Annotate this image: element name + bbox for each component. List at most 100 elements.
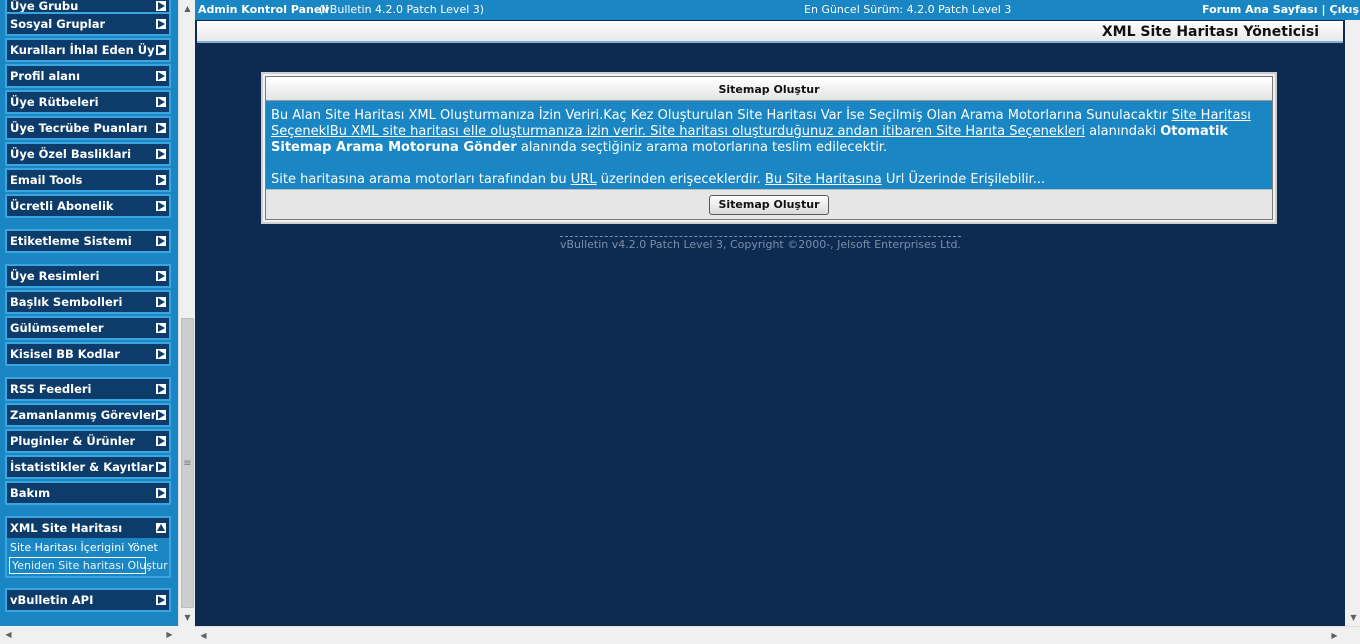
nav-group-profil-alani[interactable]: Profil alanı: [5, 64, 171, 88]
nav-group-label: Üye Tecrübe Puanları: [10, 121, 148, 135]
arrow-right-icon[interactable]: [155, 461, 167, 473]
scroll-up-icon[interactable]: ▲: [179, 0, 196, 17]
arrow-right-icon[interactable]: [155, 18, 167, 30]
scroll-right-icon[interactable]: ▶: [161, 626, 178, 643]
arrow-right-icon[interactable]: [155, 174, 167, 186]
url-link[interactable]: URL: [571, 172, 597, 187]
description-text: Site haritasına arama motorları tarafınd…: [271, 172, 571, 187]
arrow-right-icon[interactable]: [155, 122, 167, 134]
nav-group-label: vBulletin API: [10, 593, 94, 607]
nav-group-etiketleme-sistemi[interactable]: Etiketleme Sistemi: [5, 229, 171, 253]
nav-group-uye-tecrube-puanlari[interactable]: Üye Tecrübe Puanları: [5, 116, 171, 140]
nav-group-header[interactable]: Pluginler & Ürünler: [7, 431, 169, 451]
nav-group-pluginler-urunler[interactable]: Pluginler & Ürünler: [5, 429, 171, 453]
arrow-right-icon[interactable]: [155, 70, 167, 82]
create-sitemap-button[interactable]: Sitemap Oluştur: [709, 194, 829, 215]
nav-group-header[interactable]: Ücretli Abonelik: [7, 196, 169, 216]
nav-group-baslik-sembolleri[interactable]: Başlık Sembolleri: [5, 290, 171, 314]
sitemap-link[interactable]: Bu Site Haritasına: [765, 172, 882, 187]
arrow-right-icon[interactable]: [155, 435, 167, 447]
arrow-right-icon[interactable]: [155, 96, 167, 108]
scroll-left-icon[interactable]: ◀: [195, 627, 212, 644]
nav-link-site-haritasi-yonet[interactable]: Site Haritası İçerigini Yönet: [7, 539, 169, 557]
nav-group-xml-site-haritasi[interactable]: XML Site Haritası Site Haritası İçerigin…: [5, 516, 171, 578]
nav-group-uye-resimleri[interactable]: Üye Resimleri: [5, 264, 171, 288]
logout-link[interactable]: Çıkış: [1330, 3, 1359, 16]
nav-group-gulumsemeler[interactable]: Gülümsemeler: [5, 316, 171, 340]
control-panel-header: Admin Kontrol Paneli (vBulletin 4.2.0 Pa…: [195, 0, 1360, 20]
scroll-down-icon[interactable]: ▼: [1345, 609, 1360, 626]
nav-group-label: XML Site Haritası: [10, 521, 123, 535]
nav-group-zamanlanmis-gorevler[interactable]: Zamanlanmış Görevler: [5, 403, 171, 427]
scroll-left-icon[interactable]: ◀: [0, 626, 17, 643]
nav-group-header[interactable]: RSS Feedleri: [7, 379, 169, 399]
nav-group-label: İstatistikler & Kayıtlar: [10, 460, 154, 474]
scroll-down-icon[interactable]: ▼: [179, 609, 196, 626]
scroll-right-icon[interactable]: ▶: [1326, 627, 1343, 644]
nav-group-header[interactable]: Kisisel BB Kodlar: [7, 344, 169, 364]
nav-group-header[interactable]: Gülümsemeler: [7, 318, 169, 338]
control-panel-title: Admin Kontrol Paneli: [198, 3, 329, 16]
nav-group-sosyal-gruplar[interactable]: Sosyal Gruplar: [5, 12, 171, 36]
arrow-right-icon[interactable]: [155, 270, 167, 282]
nav-group-ucretli-abonelik[interactable]: Ücretli Abonelik: [5, 194, 171, 218]
arrow-up-icon[interactable]: [155, 522, 167, 534]
forum-home-link[interactable]: Forum Ana Sayfası: [1202, 3, 1317, 16]
main-vertical-scrollbar[interactable]: ▼: [1343, 20, 1360, 626]
description-text: alanındaki: [1084, 124, 1161, 139]
nav-group-label: Sosyal Gruplar: [10, 17, 106, 31]
nav-group-label: Üye Resimleri: [10, 269, 100, 283]
nav-group-header[interactable]: İstatistikler & Kayıtlar: [7, 457, 169, 477]
nav-group-kisisel-bb-kodlar[interactable]: Kisisel BB Kodlar: [5, 342, 171, 366]
nav-group-header[interactable]: Sosyal Gruplar: [7, 14, 169, 34]
arrow-right-icon[interactable]: [155, 487, 167, 499]
nav-group-header[interactable]: Email Tools: [7, 170, 169, 190]
arrow-right-icon[interactable]: [155, 44, 167, 56]
arrow-right-icon[interactable]: [155, 409, 167, 421]
nav-group-label: Profil alanı: [10, 69, 81, 83]
arrow-right-icon[interactable]: [155, 0, 167, 12]
nav-group-kurallari-ihlal[interactable]: Kuralları İhlal Eden Üyeler: [5, 38, 171, 62]
description-text: üzerinden erişeceklerdir.: [596, 172, 765, 187]
nav-group-bakim[interactable]: Bakım: [5, 481, 171, 505]
nav-group-header[interactable]: Bakım: [7, 483, 169, 503]
nav-group-rss-feedleri[interactable]: RSS Feedleri: [5, 377, 171, 401]
arrow-right-icon[interactable]: [155, 348, 167, 360]
nav-vertical-scrollbar[interactable]: ▲ ≡ ▼: [178, 0, 195, 626]
nav-group-header[interactable]: Kuralları İhlal Eden Üyeler: [7, 40, 169, 60]
nav-group-uye-ozel-basliklari[interactable]: Üye Özel Basliklari: [5, 142, 171, 166]
nav-group-header[interactable]: Zamanlanmış Görevler: [7, 405, 169, 425]
page-title: XML Site Haritası Yöneticisi: [1101, 24, 1319, 40]
nav-group-header[interactable]: XML Site Haritası: [7, 518, 169, 538]
latest-version-text: En Güncel Sürüm: 4.2.0 Patch Level 3: [804, 3, 1012, 16]
nav-group-vbulletin-api[interactable]: vBulletin API: [5, 588, 171, 612]
nav-horizontal-scrollbar[interactable]: ◀ ▶: [0, 626, 178, 643]
nav-frame: Üye Grubu Sosyal Gruplar Kuralları İhlal…: [0, 0, 178, 626]
nav-group-uye-rutbeleri[interactable]: Üye Rütbeleri: [5, 90, 171, 114]
main-horizontal-scrollbar[interactable]: ◀ ▶: [195, 626, 1360, 643]
nav-group-header[interactable]: Üye Resimleri: [7, 266, 169, 286]
nav-group-header[interactable]: vBulletin API: [7, 590, 169, 610]
header-links: Forum Ana Sayfası | Çıkış: [1202, 3, 1359, 16]
nav-group-label: Üye Rütbeleri: [10, 95, 99, 109]
nav-group-istatistikler-kayitlar[interactable]: İstatistikler & Kayıtlar: [5, 455, 171, 479]
nav-group-header[interactable]: Üye Tecrübe Puanları: [7, 118, 169, 138]
arrow-right-icon[interactable]: [155, 235, 167, 247]
nav-group-header[interactable]: Profil alanı: [7, 66, 169, 86]
nav-group-label: Etiketleme Sistemi: [10, 234, 132, 248]
arrow-right-icon[interactable]: [155, 322, 167, 334]
arrow-right-icon[interactable]: [155, 148, 167, 160]
nav-group-label: Pluginler & Ürünler: [10, 434, 136, 448]
nav-link-yeniden-site-haritasi[interactable]: Yeniden Site haritası Oluştur: [9, 557, 168, 574]
scrollbar-thumb[interactable]: ≡: [181, 318, 194, 608]
nav-group-header[interactable]: Üye Rütbeleri: [7, 92, 169, 112]
nav-group-email-tools[interactable]: Email Tools: [5, 168, 171, 192]
nav-group-header[interactable]: Etiketleme Sistemi: [7, 231, 169, 251]
arrow-right-icon[interactable]: [155, 200, 167, 212]
arrow-right-icon[interactable]: [155, 594, 167, 606]
arrow-right-icon[interactable]: [155, 383, 167, 395]
nav-group-header[interactable]: Başlık Sembolleri: [7, 292, 169, 312]
nav-group-header[interactable]: Üye Özel Basliklari: [7, 144, 169, 164]
arrow-right-icon[interactable]: [155, 296, 167, 308]
nav-group-links: Site Haritası İçerigini Yönet Yeniden Si…: [7, 538, 169, 576]
